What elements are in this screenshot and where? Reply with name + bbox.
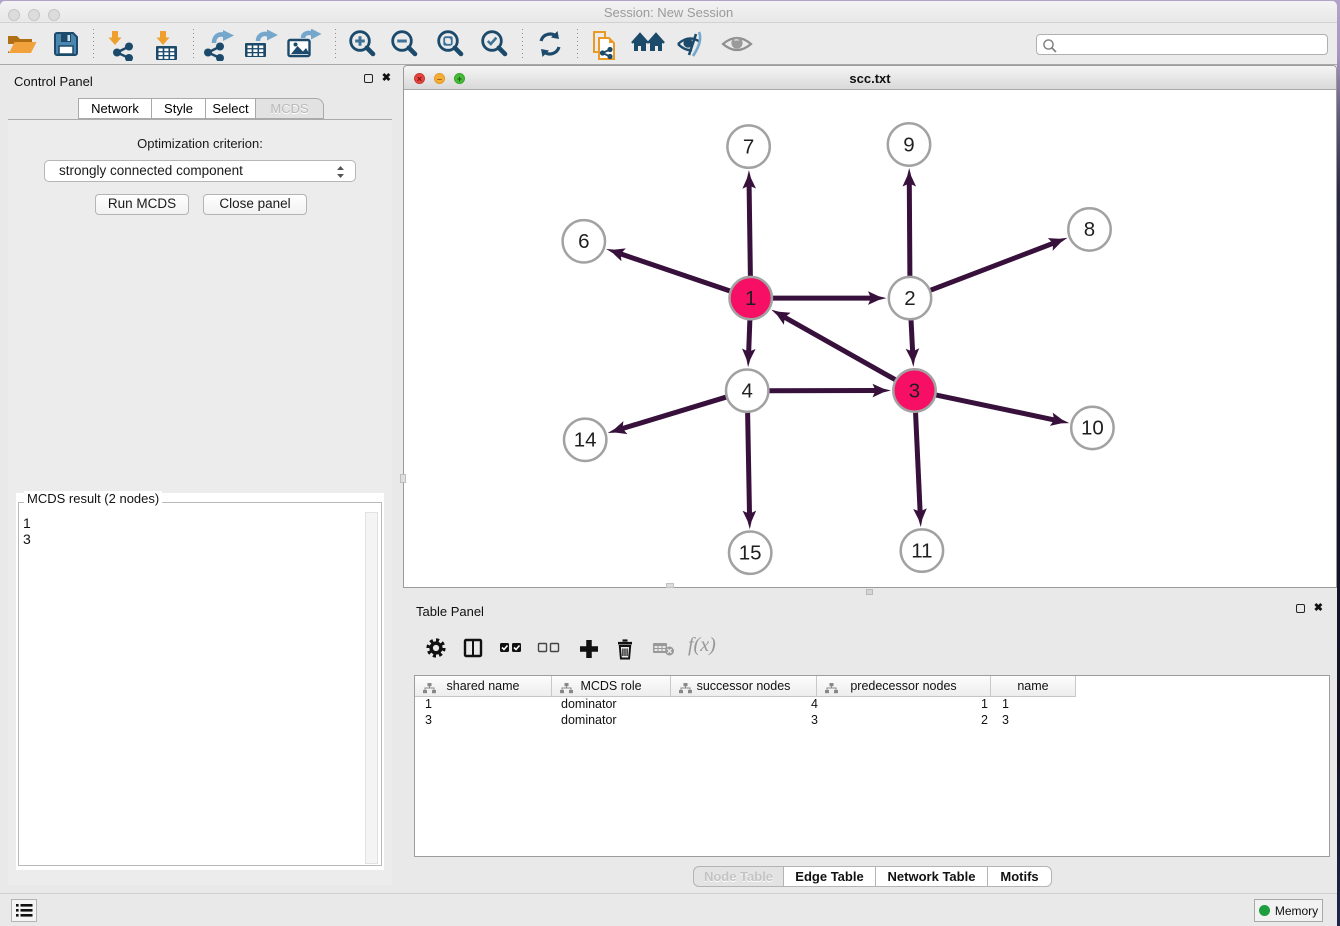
svg-text:14: 14	[574, 429, 597, 452]
svg-text:7: 7	[743, 135, 754, 158]
svg-text:2: 2	[904, 287, 915, 310]
svg-text:6: 6	[578, 230, 589, 253]
svg-text:8: 8	[1084, 218, 1095, 241]
svg-text:11: 11	[911, 539, 932, 562]
svg-text:4: 4	[741, 380, 752, 403]
svg-text:9: 9	[903, 133, 914, 156]
svg-text:10: 10	[1081, 417, 1104, 440]
svg-text:3: 3	[909, 379, 920, 402]
svg-text:15: 15	[739, 542, 762, 565]
svg-text:1: 1	[745, 287, 756, 310]
